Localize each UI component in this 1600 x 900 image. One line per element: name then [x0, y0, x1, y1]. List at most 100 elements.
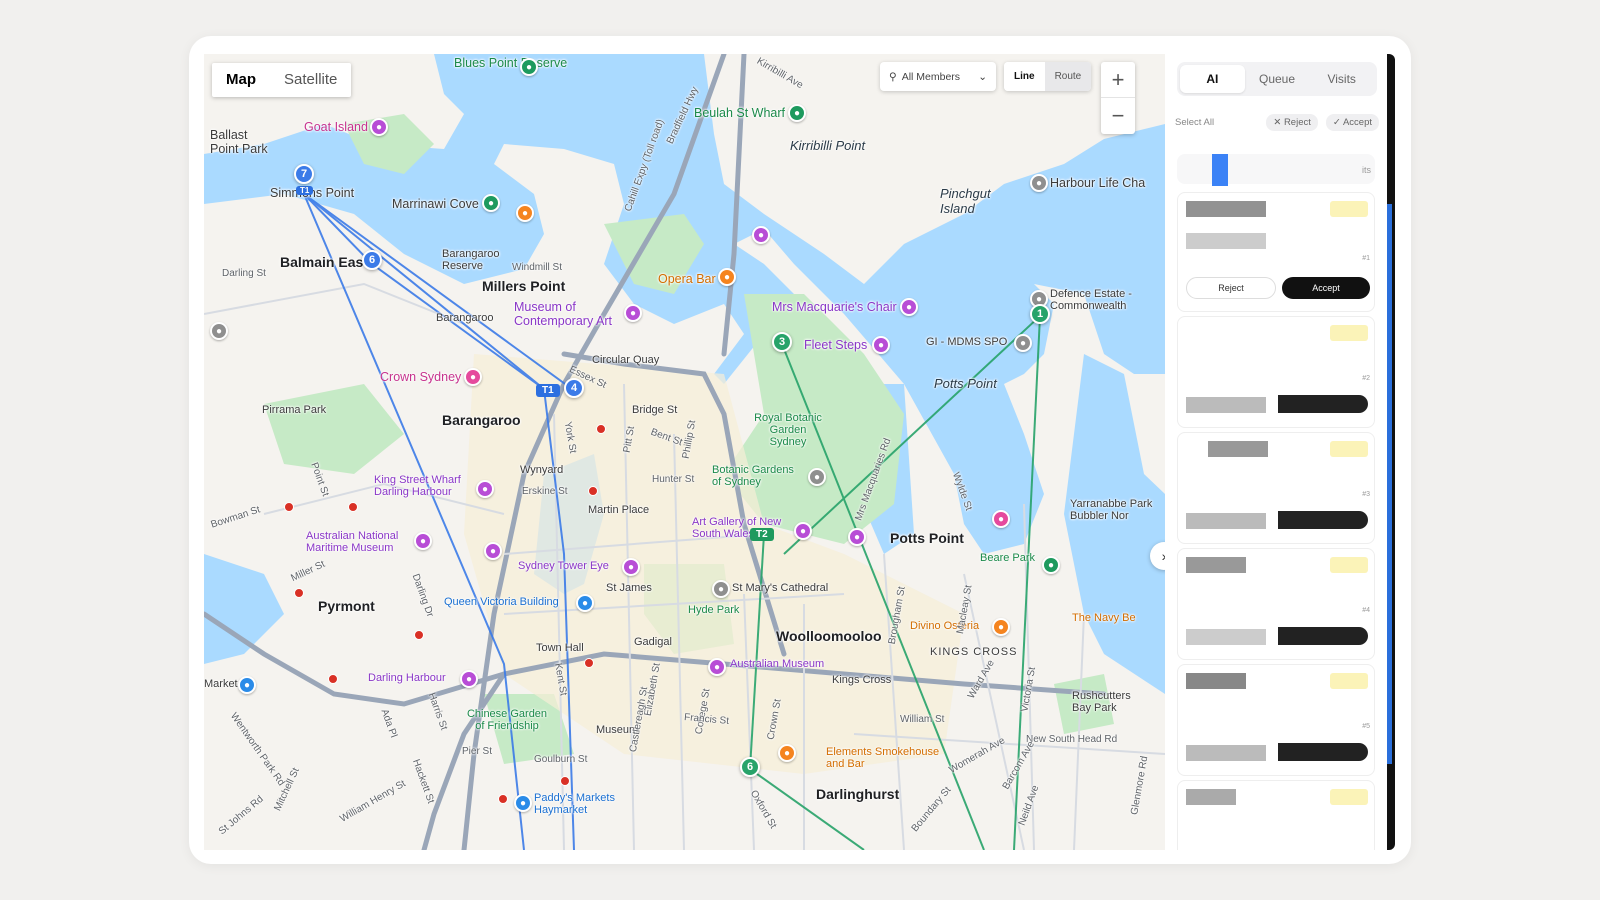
- shopping-pin-icon[interactable]: ●: [514, 794, 532, 812]
- poi-dot[interactable]: [294, 588, 304, 598]
- church-pin-icon[interactable]: ●: [712, 580, 730, 598]
- list-item[interactable]: #3: [1177, 432, 1375, 544]
- map-type-map-button[interactable]: Map: [212, 63, 270, 97]
- street-label: Bridge St: [632, 404, 678, 416]
- tab-visits[interactable]: Visits: [1309, 65, 1374, 93]
- place-label: Yarranabbe Park Bubbler Nor: [1070, 498, 1153, 522]
- restaurant-pin-icon[interactable]: ●: [778, 744, 796, 762]
- panel-scrollbar[interactable]: [1387, 54, 1395, 850]
- status-badge: [1330, 673, 1368, 689]
- item-number: #4: [1362, 607, 1370, 614]
- museum-pin-icon[interactable]: ●: [794, 522, 812, 540]
- members-filter-label: All Members: [901, 70, 961, 83]
- map-view[interactable]: Blues Point Reserve Goat Island Ballast …: [204, 54, 1165, 850]
- place-pin-icon[interactable]: ●: [1030, 174, 1048, 192]
- place-pin-icon[interactable]: ●: [210, 322, 228, 340]
- list-item[interactable]: #4: [1177, 548, 1375, 660]
- bulk-accept-button[interactable]: ✓ Accept: [1325, 114, 1379, 131]
- place-pin-icon[interactable]: ●: [992, 510, 1010, 528]
- panel-tabs: AI Queue Visits: [1177, 62, 1377, 96]
- place-pin-icon[interactable]: ●: [808, 468, 826, 486]
- restaurant-pin-icon[interactable]: ●: [516, 204, 534, 222]
- poi-dot[interactable]: [588, 486, 598, 496]
- place-label: Australian National Maritime Museum: [306, 530, 399, 554]
- tab-ai[interactable]: AI: [1180, 65, 1245, 93]
- select-all-button[interactable]: Select All: [1175, 117, 1214, 128]
- list-item[interactable]: #5: [1177, 664, 1375, 776]
- restaurant-pin-icon[interactable]: ●: [992, 618, 1010, 636]
- list-item[interactable]: [1177, 780, 1375, 850]
- progress-bar: [1278, 395, 1368, 413]
- accept-button[interactable]: Accept: [1282, 277, 1370, 299]
- item-number: #3: [1362, 491, 1370, 498]
- route-marker[interactable]: 6: [362, 250, 382, 270]
- shopping-pin-icon[interactable]: ●: [238, 676, 256, 694]
- place-pin-icon[interactable]: ●: [1014, 334, 1032, 352]
- route-marker[interactable]: 3: [772, 332, 792, 352]
- place-label: Wynyard: [520, 464, 564, 476]
- place-label: Chinese Garden of Friendship: [466, 708, 548, 732]
- attraction-pin-icon[interactable]: ●: [622, 558, 640, 576]
- place-label: Woolloomooloo: [776, 628, 882, 644]
- reject-button[interactable]: Reject: [1186, 277, 1276, 299]
- place-label: Pirrama Park: [262, 404, 327, 416]
- zoom-in-button[interactable]: +: [1101, 62, 1135, 98]
- progress-bar: [1278, 627, 1368, 645]
- street-label: New South Head Rd: [1026, 734, 1118, 745]
- map-type-satellite-button[interactable]: Satellite: [270, 63, 351, 97]
- poi-dot[interactable]: [284, 502, 294, 512]
- poi-dot[interactable]: [560, 776, 570, 786]
- line-mode-button[interactable]: Line: [1004, 62, 1045, 91]
- redacted-block: [1186, 557, 1246, 573]
- list-item[interactable]: its: [1177, 154, 1375, 186]
- route-marker[interactable]: 7: [294, 164, 314, 184]
- route-marker[interactable]: 6: [740, 757, 760, 777]
- attraction-pin-icon[interactable]: ●: [370, 118, 388, 136]
- ferry-pin-icon[interactable]: ●: [788, 104, 806, 122]
- place-label: Crown Sydney: [380, 370, 462, 384]
- hotel-pin-icon[interactable]: ●: [464, 368, 482, 386]
- route-marker[interactable]: 1: [1030, 304, 1050, 324]
- place-label: St James: [606, 582, 652, 594]
- park-pin-icon[interactable]: ●: [482, 194, 500, 212]
- redacted-block: [1186, 673, 1246, 689]
- attraction-pin-icon[interactable]: ●: [476, 480, 494, 498]
- street-label: Erskine St: [522, 486, 568, 497]
- status-badge: [1330, 201, 1368, 217]
- museum-pin-icon[interactable]: ●: [708, 658, 726, 676]
- train-station-tag[interactable]: T1: [296, 186, 314, 195]
- place-label: King Street Wharf Darling Harbour: [374, 474, 461, 498]
- place-label: Market: [204, 678, 238, 690]
- bar-pin-icon[interactable]: ●: [718, 268, 736, 286]
- place-label: GI - MDMS SPO: [926, 336, 1008, 348]
- park-pin-icon[interactable]: ●: [1042, 556, 1060, 574]
- attraction-pin-icon[interactable]: ●: [872, 336, 890, 354]
- route-mode-button[interactable]: Route: [1044, 62, 1092, 91]
- attraction-pin-icon[interactable]: ●: [848, 528, 866, 546]
- poi-dot[interactable]: [596, 424, 606, 434]
- list-item[interactable]: #2: [1177, 316, 1375, 428]
- shopping-pin-icon[interactable]: ●: [576, 594, 594, 612]
- museum-pin-icon[interactable]: ●: [414, 532, 432, 550]
- poi-dot[interactable]: [498, 794, 508, 804]
- attraction-pin-icon[interactable]: ●: [900, 298, 918, 316]
- tab-queue[interactable]: Queue: [1245, 65, 1310, 93]
- zoom-out-button[interactable]: −: [1101, 98, 1135, 134]
- poi-dot[interactable]: [584, 658, 594, 668]
- train-station-tag[interactable]: T2: [750, 528, 774, 541]
- bulk-reject-button[interactable]: ✕ Reject: [1266, 114, 1318, 131]
- park-pin-icon[interactable]: ●: [520, 58, 538, 76]
- item-number: #2: [1362, 375, 1370, 382]
- poi-dot[interactable]: [328, 674, 338, 684]
- members-filter-dropdown[interactable]: ⚲ All Members ⌄: [880, 62, 996, 91]
- place-label: Botanic Gardens of Sydney: [712, 464, 794, 488]
- train-station-tag[interactable]: T1: [536, 384, 560, 397]
- route-marker[interactable]: 4: [564, 378, 584, 398]
- poi-dot[interactable]: [348, 502, 358, 512]
- attraction-pin-icon[interactable]: ●: [752, 226, 770, 244]
- museum-pin-icon[interactable]: ●: [624, 304, 642, 322]
- list-item[interactable]: #1 Reject Accept: [1177, 192, 1375, 312]
- attraction-pin-icon[interactable]: ●: [484, 542, 502, 560]
- poi-dot[interactable]: [414, 630, 424, 640]
- attraction-pin-icon[interactable]: ●: [460, 670, 478, 688]
